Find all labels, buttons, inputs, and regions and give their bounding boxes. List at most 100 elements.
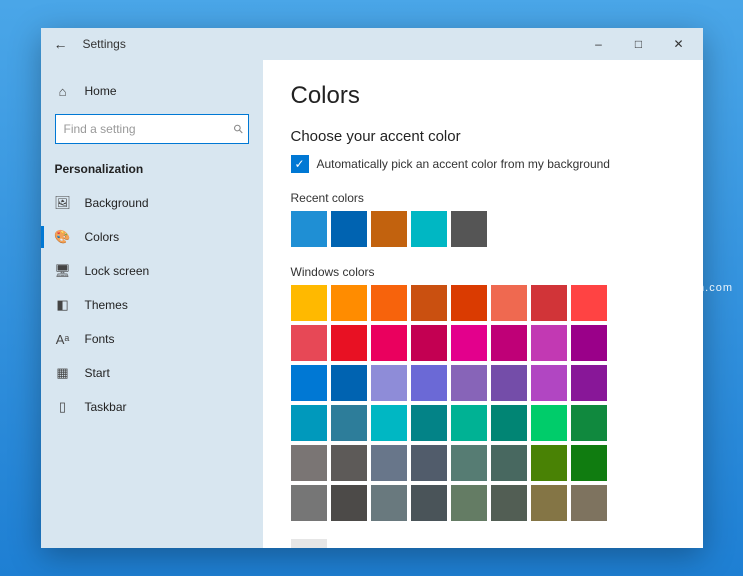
sidebar: ⌂ Home ⚲ Personalization 🖼 Background 🎨 …: [41, 60, 263, 548]
color-swatch[interactable]: [371, 285, 407, 321]
sidebar-item-label: Colors: [85, 230, 120, 244]
color-swatch[interactable]: [571, 285, 607, 321]
home-icon: ⌂: [55, 83, 71, 99]
color-swatch[interactable]: [571, 445, 607, 481]
sidebar-item-label: Background: [85, 196, 149, 210]
color-swatch[interactable]: [411, 485, 447, 521]
color-swatch[interactable]: [291, 445, 327, 481]
color-swatch[interactable]: [491, 485, 527, 521]
sidebar-item-colors[interactable]: 🎨 Colors: [41, 220, 263, 254]
color-swatch[interactable]: [331, 405, 367, 441]
color-swatch[interactable]: [451, 211, 487, 247]
color-swatch[interactable]: [571, 405, 607, 441]
choose-accent-heading: Choose your accent color: [291, 128, 675, 145]
color-swatch[interactable]: [411, 405, 447, 441]
color-swatch[interactable]: [491, 405, 527, 441]
color-swatch[interactable]: [371, 405, 407, 441]
color-swatch[interactable]: [531, 365, 567, 401]
sidebar-item-label: Home: [85, 84, 117, 98]
color-swatch[interactable]: [531, 445, 567, 481]
color-swatch[interactable]: [411, 211, 447, 247]
color-swatch[interactable]: [531, 325, 567, 361]
color-swatch[interactable]: [411, 445, 447, 481]
search-container: ⚲: [55, 114, 249, 144]
color-swatch[interactable]: [331, 365, 367, 401]
color-swatch[interactable]: [331, 285, 367, 321]
custom-color-row: + Custom color: [291, 539, 675, 548]
color-swatch[interactable]: [451, 485, 487, 521]
color-swatch[interactable]: [531, 285, 567, 321]
color-swatch[interactable]: [371, 365, 407, 401]
color-swatch[interactable]: [331, 445, 367, 481]
color-swatch[interactable]: [451, 445, 487, 481]
color-swatch[interactable]: [291, 285, 327, 321]
picture-icon: 🖼: [55, 195, 71, 211]
auto-pick-label: Automatically pick an accent color from …: [317, 157, 610, 171]
sidebar-item-background[interactable]: 🖼 Background: [41, 186, 263, 220]
color-swatch[interactable]: [371, 211, 407, 247]
color-swatch[interactable]: [491, 325, 527, 361]
color-swatch[interactable]: [371, 325, 407, 361]
color-swatch[interactable]: [451, 285, 487, 321]
color-swatch[interactable]: [451, 365, 487, 401]
color-swatch[interactable]: [571, 365, 607, 401]
recent-colors-label: Recent colors: [291, 191, 675, 205]
taskbar-icon: ▯: [55, 399, 71, 415]
custom-color-button[interactable]: +: [291, 539, 327, 548]
start-icon: ▦: [55, 365, 71, 381]
theme-icon: ◧: [55, 297, 71, 313]
color-swatch[interactable]: [371, 445, 407, 481]
sidebar-section-title: Personalization: [41, 156, 263, 186]
color-swatch[interactable]: [411, 325, 447, 361]
color-swatch[interactable]: [491, 445, 527, 481]
color-swatch[interactable]: [571, 485, 607, 521]
color-swatch[interactable]: [411, 365, 447, 401]
sidebar-item-lockscreen[interactable]: 🖥 Lock screen: [41, 254, 263, 288]
maximize-button[interactable]: □: [619, 28, 659, 60]
sidebar-item-home[interactable]: ⌂ Home: [41, 74, 263, 108]
back-button[interactable]: ←: [45, 36, 77, 52]
sidebar-item-label: Fonts: [85, 332, 115, 346]
sidebar-item-label: Themes: [85, 298, 128, 312]
color-swatch[interactable]: [291, 485, 327, 521]
windows-colors-label: Windows colors: [291, 265, 675, 279]
auto-pick-row: ✓ Automatically pick an accent color fro…: [291, 155, 675, 173]
titlebar: ← Settings – □ ✕: [41, 28, 703, 60]
search-input[interactable]: [55, 114, 249, 144]
color-swatch[interactable]: [531, 405, 567, 441]
color-swatch[interactable]: [291, 405, 327, 441]
page-title: Colors: [291, 82, 675, 110]
color-swatch[interactable]: [531, 485, 567, 521]
settings-window: ← Settings – □ ✕ ⌂ Home ⚲ Personalizatio…: [41, 28, 703, 548]
color-swatch[interactable]: [491, 365, 527, 401]
color-swatch[interactable]: [451, 405, 487, 441]
color-swatch[interactable]: [411, 285, 447, 321]
color-swatch[interactable]: [491, 285, 527, 321]
minimize-button[interactable]: –: [579, 28, 619, 60]
close-button[interactable]: ✕: [659, 28, 699, 60]
window-title: Settings: [83, 37, 126, 51]
monitor-icon: 🖥: [55, 263, 71, 279]
auto-pick-checkbox[interactable]: ✓: [291, 155, 309, 173]
color-swatch[interactable]: [331, 211, 367, 247]
color-swatch[interactable]: [571, 325, 607, 361]
sidebar-item-taskbar[interactable]: ▯ Taskbar: [41, 390, 263, 424]
color-swatch[interactable]: [371, 485, 407, 521]
font-icon: Aᵃ: [55, 331, 71, 347]
color-swatch[interactable]: [291, 325, 327, 361]
color-swatch[interactable]: [291, 211, 327, 247]
sidebar-item-label: Taskbar: [85, 400, 127, 414]
windows-colors-grid: [291, 285, 675, 521]
color-swatch[interactable]: [331, 485, 367, 521]
color-swatch[interactable]: [451, 325, 487, 361]
sidebar-item-fonts[interactable]: Aᵃ Fonts: [41, 322, 263, 356]
sidebar-item-themes[interactable]: ◧ Themes: [41, 288, 263, 322]
sidebar-item-label: Lock screen: [85, 264, 150, 278]
watermark-text: wsxdn.com: [669, 282, 733, 294]
color-swatch[interactable]: [291, 365, 327, 401]
recent-colors-row: [291, 211, 675, 247]
sidebar-item-label: Start: [85, 366, 110, 380]
color-swatch[interactable]: [331, 325, 367, 361]
sidebar-item-start[interactable]: ▦ Start: [41, 356, 263, 390]
palette-icon: 🎨: [55, 229, 71, 245]
